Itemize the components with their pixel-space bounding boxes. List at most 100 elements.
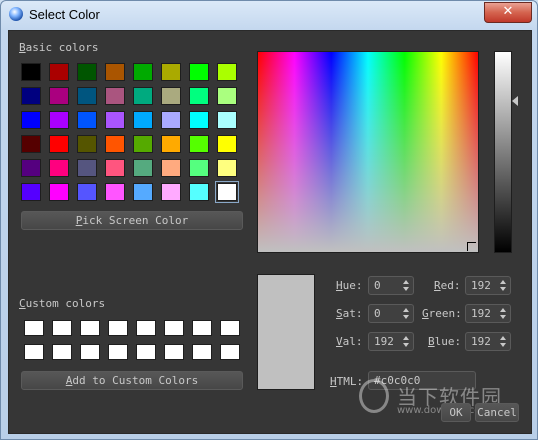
basic-color-swatch[interactable] (21, 135, 41, 153)
close-button[interactable]: ✕ (484, 2, 532, 23)
basic-color-swatch[interactable] (189, 111, 209, 129)
custom-color-swatch[interactable] (164, 320, 184, 336)
spin-down-icon[interactable] (403, 315, 409, 319)
red-spinbox[interactable]: 192 (465, 276, 511, 295)
basic-color-swatch[interactable] (77, 183, 97, 201)
basic-color-swatch[interactable] (105, 63, 125, 81)
luminance-arrow-icon[interactable] (512, 96, 518, 106)
basic-color-swatch[interactable] (77, 135, 97, 153)
picker-crosshair[interactable] (467, 242, 476, 251)
custom-color-swatch[interactable] (164, 344, 184, 360)
basic-color-swatch[interactable] (189, 159, 209, 177)
luminance-slider[interactable] (494, 51, 512, 253)
custom-color-swatch[interactable] (80, 320, 100, 336)
custom-color-swatch[interactable] (24, 320, 44, 336)
basic-color-swatch[interactable] (105, 111, 125, 129)
basic-color-swatch[interactable] (217, 135, 237, 153)
custom-color-swatch[interactable] (192, 320, 212, 336)
custom-color-swatch[interactable] (136, 320, 156, 336)
basic-color-swatch[interactable] (21, 183, 41, 201)
custom-color-swatch[interactable] (192, 344, 212, 360)
spin-down-icon[interactable] (500, 315, 506, 319)
blue-label: Blue: (428, 335, 462, 348)
basic-color-swatch[interactable] (217, 63, 237, 81)
basic-color-swatch[interactable] (49, 135, 69, 153)
sat-value: 0 (374, 307, 381, 320)
custom-colors-label: Custom colors (19, 297, 106, 310)
basic-color-swatch[interactable] (215, 181, 239, 203)
spin-up-icon[interactable] (500, 280, 506, 284)
basic-color-swatch[interactable] (133, 111, 153, 129)
basic-color-swatch[interactable] (161, 183, 181, 201)
title-bar[interactable]: Select Color ✕ (1, 1, 537, 29)
basic-color-swatch[interactable] (105, 87, 125, 105)
custom-color-swatch[interactable] (220, 320, 240, 336)
ok-button[interactable]: OK (441, 403, 471, 422)
spin-up-icon[interactable] (403, 308, 409, 312)
custom-color-swatch[interactable] (80, 344, 100, 360)
basic-color-swatch[interactable] (161, 63, 181, 81)
spin-down-icon[interactable] (403, 287, 409, 291)
basic-color-swatch[interactable] (49, 63, 69, 81)
basic-color-swatch[interactable] (49, 87, 69, 105)
spin-down-icon[interactable] (403, 343, 409, 347)
spin-up-icon[interactable] (500, 308, 506, 312)
custom-color-swatch[interactable] (52, 344, 72, 360)
basic-color-swatch[interactable] (133, 63, 153, 81)
spin-up-icon[interactable] (403, 280, 409, 284)
basic-color-swatch[interactable] (77, 63, 97, 81)
val-value: 192 (374, 335, 394, 348)
basic-color-swatch[interactable] (189, 183, 209, 201)
basic-color-swatch[interactable] (49, 111, 69, 129)
basic-color-swatch[interactable] (133, 135, 153, 153)
basic-color-swatch[interactable] (77, 159, 97, 177)
sat-label: Sat: (336, 307, 363, 320)
blue-spinbox[interactable]: 192 (465, 332, 511, 351)
basic-color-swatch[interactable] (161, 159, 181, 177)
basic-color-swatch[interactable] (133, 183, 153, 201)
basic-color-swatch[interactable] (77, 87, 97, 105)
basic-color-swatch[interactable] (105, 135, 125, 153)
custom-color-swatch[interactable] (220, 344, 240, 360)
red-label: Red: (434, 279, 461, 292)
hue-saturation-picker[interactable] (257, 51, 479, 253)
blue-value: 192 (471, 335, 491, 348)
spin-up-icon[interactable] (500, 336, 506, 340)
basic-color-swatch[interactable] (217, 159, 237, 177)
basic-color-swatch[interactable] (21, 111, 41, 129)
green-spinbox[interactable]: 192 (465, 304, 511, 323)
custom-color-swatch[interactable] (52, 320, 72, 336)
cancel-button[interactable]: Cancel (475, 403, 519, 422)
custom-color-swatch[interactable] (108, 320, 128, 336)
basic-color-swatch[interactable] (217, 87, 237, 105)
app-globe-icon (9, 7, 23, 21)
basic-color-swatch[interactable] (133, 159, 153, 177)
spin-down-icon[interactable] (500, 343, 506, 347)
spin-up-icon[interactable] (403, 336, 409, 340)
add-to-custom-colors-button[interactable]: Add to Custom Colors (21, 371, 243, 390)
basic-color-swatch[interactable] (133, 87, 153, 105)
custom-color-swatch[interactable] (108, 344, 128, 360)
basic-color-swatch[interactable] (77, 111, 97, 129)
basic-color-swatch[interactable] (189, 63, 209, 81)
basic-color-swatch[interactable] (105, 183, 125, 201)
basic-color-swatch[interactable] (21, 159, 41, 177)
basic-color-swatch[interactable] (105, 159, 125, 177)
basic-color-swatch[interactable] (21, 63, 41, 81)
pick-screen-color-button[interactable]: Pick Screen Color (21, 211, 243, 230)
hue-spinbox[interactable]: 0 (368, 276, 414, 295)
basic-color-swatch[interactable] (189, 87, 209, 105)
basic-color-swatch[interactable] (49, 159, 69, 177)
basic-color-swatch[interactable] (161, 111, 181, 129)
custom-color-swatch[interactable] (24, 344, 44, 360)
basic-color-swatch[interactable] (21, 87, 41, 105)
sat-spinbox[interactable]: 0 (368, 304, 414, 323)
custom-color-swatch[interactable] (136, 344, 156, 360)
val-spinbox[interactable]: 192 (368, 332, 414, 351)
basic-color-swatch[interactable] (161, 87, 181, 105)
basic-color-swatch[interactable] (161, 135, 181, 153)
basic-color-swatch[interactable] (49, 183, 69, 201)
spin-down-icon[interactable] (500, 287, 506, 291)
basic-color-swatch[interactable] (189, 135, 209, 153)
basic-color-swatch[interactable] (217, 111, 237, 129)
